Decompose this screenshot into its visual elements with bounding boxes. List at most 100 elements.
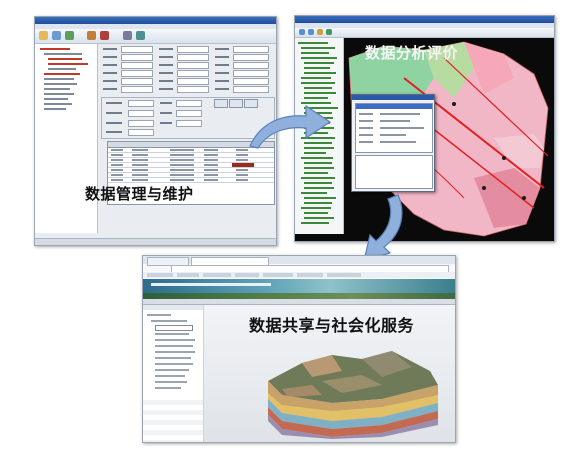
catalog-item[interactable] [155, 375, 185, 377]
layer-item[interactable] [304, 197, 336, 199]
layer-item[interactable] [304, 172, 328, 174]
catalog-item[interactable] [155, 357, 191, 359]
tree-node[interactable] [48, 63, 88, 65]
layer-item[interactable] [301, 52, 329, 54]
layer-item[interactable] [301, 77, 331, 79]
catalog-item[interactable] [155, 333, 189, 335]
layer-item[interactable] [301, 47, 335, 49]
geology-block-model[interactable] [262, 341, 442, 439]
layer-item[interactable] [301, 207, 331, 209]
catalog-item[interactable] [155, 345, 193, 347]
layer-item[interactable] [301, 157, 333, 159]
catalog-item[interactable] [155, 339, 195, 341]
layer-item[interactable] [304, 212, 328, 214]
tree-node[interactable] [48, 68, 76, 70]
identify-icon[interactable] [326, 29, 332, 35]
tree-node[interactable] [44, 73, 80, 75]
layer-item[interactable] [304, 152, 326, 154]
tree-node-root[interactable] [40, 48, 70, 50]
tree-node[interactable] [44, 103, 72, 105]
tree-node[interactable] [44, 98, 68, 100]
form-field[interactable] [233, 54, 269, 61]
layer-item[interactable] [304, 202, 332, 204]
form-field[interactable] [121, 54, 153, 61]
layer-item[interactable] [301, 192, 327, 194]
bookmark-item[interactable] [147, 273, 173, 277]
catalog-item[interactable] [155, 387, 181, 389]
tree-node[interactable] [44, 83, 77, 85]
bookmark-item[interactable] [177, 273, 199, 277]
catalog-item[interactable] [155, 363, 193, 365]
pan-icon[interactable] [317, 29, 323, 35]
bookmark-item[interactable] [327, 273, 361, 277]
search-icon[interactable] [123, 31, 132, 40]
form-field[interactable] [176, 120, 202, 127]
layer-item[interactable] [298, 42, 328, 44]
tree-node[interactable] [44, 93, 74, 95]
form-field[interactable] [177, 86, 209, 93]
layer-item[interactable] [304, 182, 332, 184]
layer-item[interactable] [304, 62, 334, 64]
form-field[interactable] [233, 62, 269, 69]
zoom-out-icon[interactable] [308, 29, 314, 35]
form-field[interactable] [176, 110, 202, 117]
layer-item[interactable] [301, 222, 329, 224]
layer-item[interactable] [304, 97, 328, 99]
portal-catalog-tree[interactable] [143, 305, 204, 442]
layer-item[interactable] [301, 177, 335, 179]
modify-button[interactable] [229, 99, 243, 108]
open-icon[interactable] [52, 31, 61, 40]
tree-node[interactable] [44, 88, 70, 90]
tree-node[interactable] [44, 78, 74, 80]
layer-item[interactable] [304, 187, 334, 189]
form-field[interactable] [233, 78, 269, 85]
layer-item[interactable] [304, 72, 336, 74]
report-icon[interactable] [136, 31, 145, 40]
form-field[interactable] [121, 62, 153, 69]
form-field[interactable] [177, 70, 209, 77]
add-button[interactable] [214, 99, 228, 108]
save-icon[interactable] [65, 31, 74, 40]
form-field[interactable] [233, 46, 269, 53]
form-field[interactable] [233, 86, 269, 93]
form-field[interactable] [121, 86, 153, 93]
catalog-item[interactable] [155, 381, 187, 383]
layer-item[interactable] [304, 217, 334, 219]
form-field[interactable] [121, 70, 153, 77]
catalog-item[interactable] [155, 369, 189, 371]
new-icon[interactable] [39, 31, 48, 40]
delete-icon[interactable] [100, 31, 109, 40]
layer-item[interactable] [304, 162, 332, 164]
tree-node[interactable] [44, 108, 66, 110]
form-field[interactable] [176, 100, 202, 107]
layer-item[interactable] [304, 167, 334, 169]
layer-item[interactable] [304, 67, 330, 69]
catalog-item-selected[interactable] [155, 325, 193, 331]
edit-icon[interactable] [87, 31, 96, 40]
form-field[interactable] [121, 78, 153, 85]
form-field[interactable] [128, 100, 154, 107]
form-field[interactable] [177, 62, 209, 69]
identify-dialog[interactable] [351, 94, 435, 192]
layer-item[interactable] [301, 82, 335, 84]
layer-item[interactable] [304, 87, 332, 89]
bookmark-item[interactable] [203, 273, 231, 277]
form-field[interactable] [177, 78, 209, 85]
layer-item[interactable] [301, 57, 337, 59]
tree-node[interactable] [44, 53, 82, 55]
form-field[interactable] [121, 46, 153, 53]
catalog-item[interactable] [147, 314, 171, 316]
layer-item[interactable] [304, 92, 336, 94]
form-field[interactable] [233, 70, 269, 77]
form-field[interactable] [128, 120, 154, 127]
zoom-in-icon[interactable] [299, 29, 305, 35]
dialog-selected-row[interactable] [356, 104, 432, 109]
bookmark-item[interactable] [235, 273, 259, 277]
bookmark-item[interactable] [297, 273, 323, 277]
bookmark-item[interactable] [263, 273, 293, 277]
form-field[interactable] [128, 129, 154, 136]
tree-node[interactable] [48, 58, 82, 60]
form-field[interactable] [177, 54, 209, 61]
catalog-item[interactable] [155, 351, 195, 353]
catalog-tree[interactable] [35, 44, 98, 233]
